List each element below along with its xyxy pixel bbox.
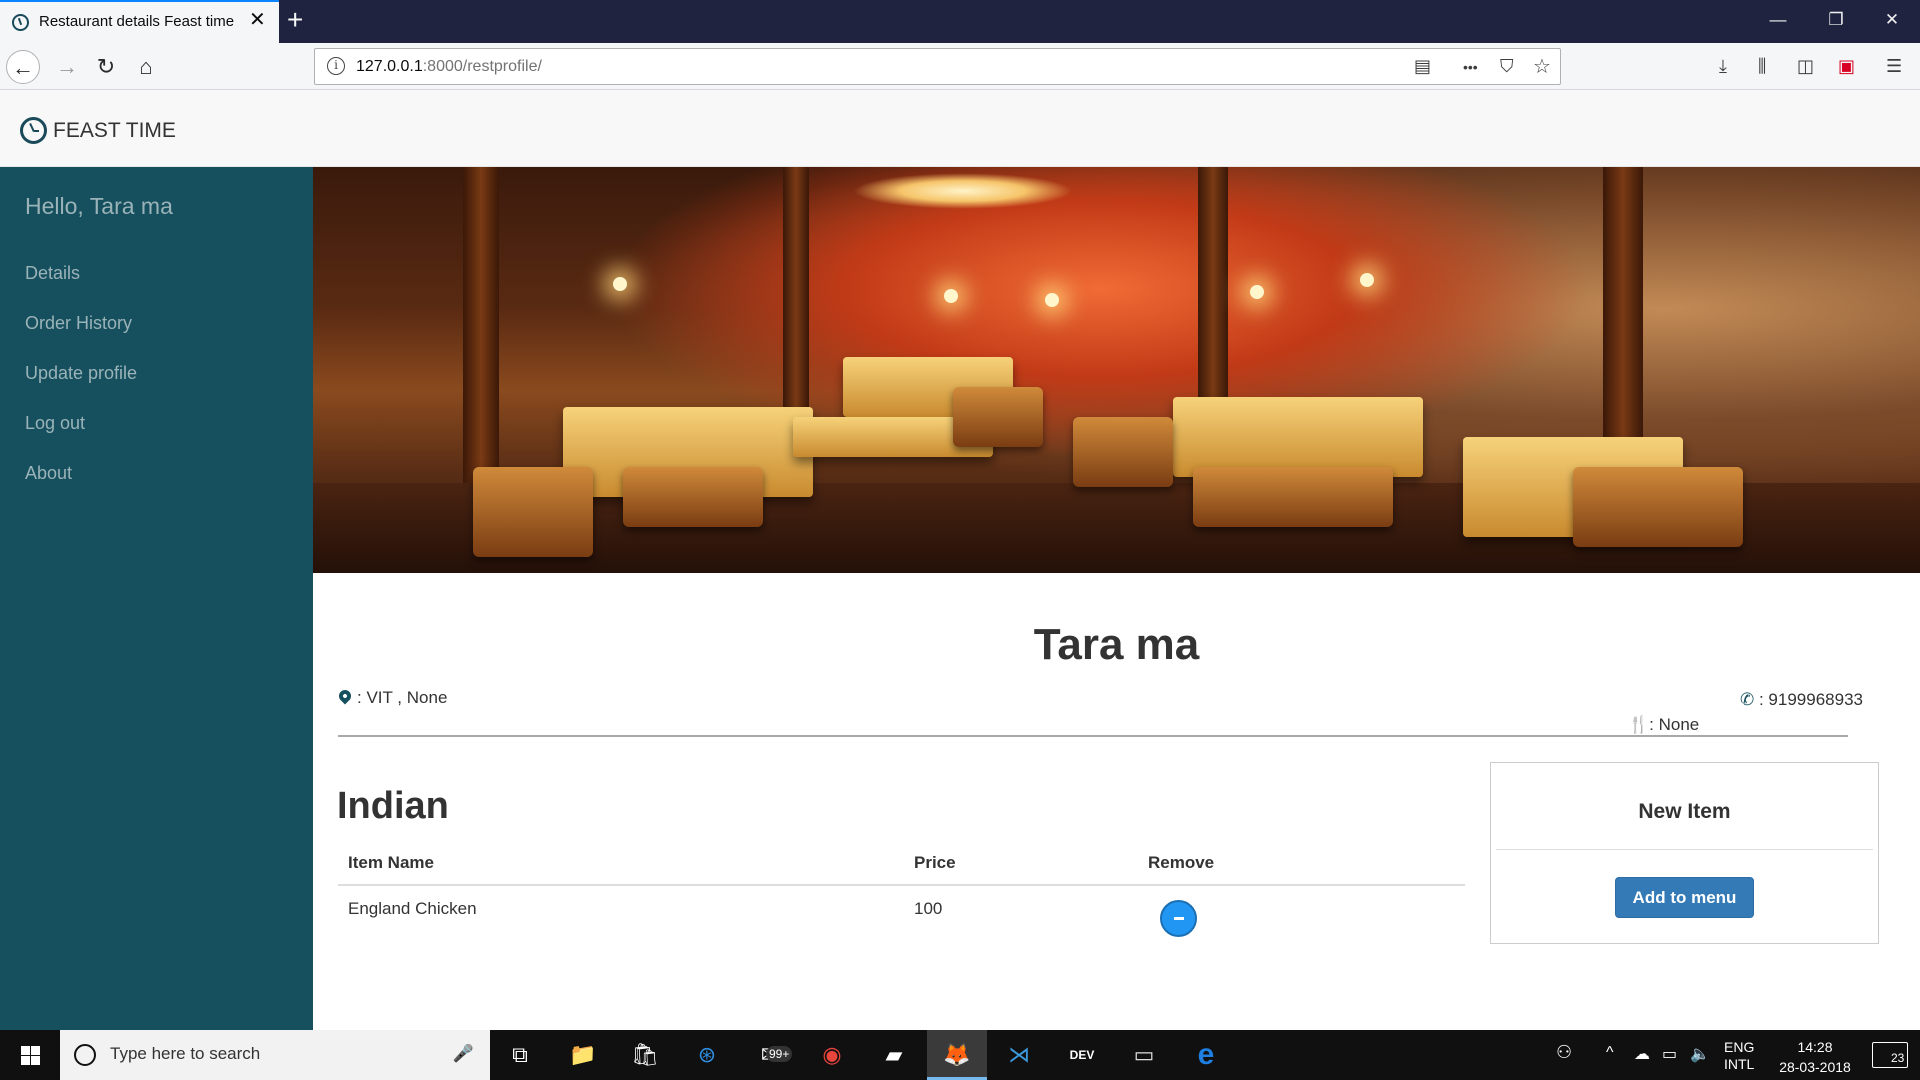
brand-name[interactable]: FEAST TIME [53, 119, 176, 143]
url-text[interactable]: 127.0.0.1:8000/restprofile/ [356, 58, 542, 76]
cutlery-icon: 🍴 [1628, 715, 1650, 734]
table-header-divider [338, 884, 1465, 886]
column-header-price: Price [914, 853, 956, 872]
clock-date: 28-03-2018 [1779, 1059, 1851, 1075]
phone-text: : 9199968933 [1758, 690, 1863, 709]
restaurant-name: Tara ma [1033, 620, 1200, 669]
mail-icon[interactable]: ✉ 99+ [740, 1030, 800, 1080]
item-name-cell: England Chicken [348, 899, 477, 918]
item-price-cell: 100 [914, 899, 943, 918]
lang-top: ENG [1724, 1039, 1755, 1055]
screenshot-icon[interactable]: ▣ [1838, 56, 1855, 77]
new-item-panel: New Item Add to menu [1490, 762, 1879, 944]
vscode-icon[interactable]: ⋊ [989, 1030, 1049, 1080]
tray-chevron-icon[interactable]: ^ [1606, 1044, 1614, 1062]
chrome-icon[interactable]: ◉ [802, 1030, 862, 1080]
url-path: :8000/restprofile/ [422, 58, 542, 75]
tab-close-icon[interactable]: ✕ [249, 10, 266, 30]
section-divider [338, 735, 1848, 737]
sidebar: Hello, Tara ma Details Order History Upd… [0, 167, 313, 1030]
dev-tools-icon[interactable]: DEV [1052, 1030, 1112, 1080]
back-arrow-icon[interactable]: ← [6, 50, 40, 84]
site-navbar: FEAST TIME [0, 90, 1920, 167]
compass-app-icon[interactable]: ⊛ [677, 1030, 737, 1080]
address-text: : VIT , None [357, 688, 448, 707]
home-icon[interactable]: ⌂ [129, 50, 163, 84]
new-tab-button[interactable]: + [287, 4, 303, 36]
pocket-icon[interactable]: ⛉ [1500, 56, 1514, 77]
file-explorer-icon[interactable]: 📁 [553, 1030, 613, 1080]
terminal-icon[interactable]: ▭ [1114, 1030, 1174, 1080]
people-icon[interactable]: ⚇ [1556, 1042, 1572, 1063]
store-icon[interactable]: 🛍 [615, 1030, 675, 1080]
battery-icon[interactable]: ▭ [1662, 1044, 1677, 1064]
cortana-icon[interactable] [74, 1044, 96, 1066]
library-icon[interactable]: ⫼ [1758, 56, 1766, 77]
restaurant-address: : VIT , None [336, 687, 448, 708]
phone-icon: ✆ [1740, 690, 1755, 709]
site-info-icon[interactable]: i [327, 57, 345, 75]
microphone-icon[interactable]: 🎤 [453, 1044, 474, 1064]
reader-view-icon[interactable]: ▤ [1414, 56, 1431, 77]
forward-arrow-icon[interactable]: → [50, 50, 84, 84]
tab-title: Restaurant details Feast time [39, 13, 235, 30]
address-bar[interactable]: i 127.0.0.1:8000/restprofile/ ▤ ••• ⛉ ☆ [314, 48, 1561, 85]
clock[interactable]: 14:28 28-03-2018 [1770, 1037, 1860, 1077]
minimize-button[interactable]: — [1748, 0, 1808, 43]
notification-count: 23 [1889, 1051, 1907, 1065]
window-close-button[interactable]: ✕ [1862, 0, 1920, 43]
lang-bottom: INTL [1724, 1056, 1755, 1072]
remove-item-minus-icon[interactable] [1160, 900, 1197, 937]
clock-logo-icon[interactable] [20, 117, 47, 144]
feast-time-favicon-icon [12, 14, 29, 31]
reload-icon[interactable]: ↻ [89, 50, 123, 84]
search-placeholder: Type here to search [110, 1044, 261, 1063]
greeting: Hello, Tara ma [25, 193, 173, 219]
sidebar-item-order-history[interactable]: Order History [25, 313, 132, 334]
column-header-item-name: Item Name [348, 853, 434, 872]
taskbar-search-box[interactable]: Type here to search 🎤 [60, 1030, 490, 1080]
sidebar-item-update-profile[interactable]: Update profile [25, 363, 137, 384]
downloads-icon[interactable]: ⤓ [1719, 56, 1727, 77]
hamburger-menu-icon[interactable]: ☰ [1886, 56, 1902, 77]
url-host: 127.0.0.1 [356, 58, 423, 75]
sidebar-item-details[interactable]: Details [25, 263, 80, 284]
restaurant-banner-image [313, 167, 1920, 573]
browser-tab-bar: Restaurant details Feast time ✕ + — ❐ ✕ [0, 0, 1920, 43]
sidebar-item-about[interactable]: About [25, 463, 72, 484]
onedrive-icon[interactable]: ☁ [1634, 1044, 1650, 1064]
location-pin-icon [336, 687, 354, 705]
sticky-notes-icon[interactable]: ▰ [864, 1030, 924, 1080]
windows-start-icon[interactable] [0, 1030, 60, 1080]
menu-category-heading: Indian [337, 785, 449, 827]
page-actions-icon[interactable]: ••• [1463, 59, 1478, 75]
mail-badge: 99+ [766, 1046, 793, 1062]
edge-icon[interactable]: e [1176, 1030, 1236, 1080]
task-view-icon[interactable]: ⧉ [490, 1030, 550, 1080]
restore-button[interactable]: ❐ [1806, 0, 1866, 43]
notifications-icon[interactable]: 23 [1872, 1042, 1908, 1068]
browser-nav-bar: ← → ↻ ⌂ i 127.0.0.1:8000/restprofile/ ▤ … [0, 43, 1920, 90]
restaurant-phone: ✆ : 9199968933 [1740, 690, 1863, 710]
new-item-title: New Item [1638, 800, 1731, 823]
firefox-icon[interactable]: 🦊 [927, 1030, 987, 1080]
panel-divider [1496, 849, 1873, 850]
sidebar-toggle-icon[interactable]: ◫ [1797, 56, 1814, 77]
add-to-menu-button[interactable]: Add to menu [1615, 877, 1754, 918]
restaurant-cuisine-tag: 🍴: None [1628, 715, 1699, 735]
bookmark-star-icon[interactable]: ☆ [1533, 54, 1551, 79]
clock-time: 14:28 [1797, 1039, 1833, 1055]
language-indicator[interactable]: ENG INTL [1724, 1039, 1754, 1073]
sidebar-item-log-out[interactable]: Log out [25, 413, 85, 434]
column-header-remove: Remove [1148, 853, 1215, 872]
cuisine-tag-text: : None [1649, 715, 1700, 734]
volume-icon[interactable]: 🔈 [1690, 1044, 1710, 1064]
active-tab[interactable]: Restaurant details Feast time ✕ [0, 0, 279, 43]
windows-taskbar: Type here to search 🎤 ⧉ 📁 🛍 ⊛ ✉ 99+ ◉ ▰ … [0, 1030, 1920, 1080]
